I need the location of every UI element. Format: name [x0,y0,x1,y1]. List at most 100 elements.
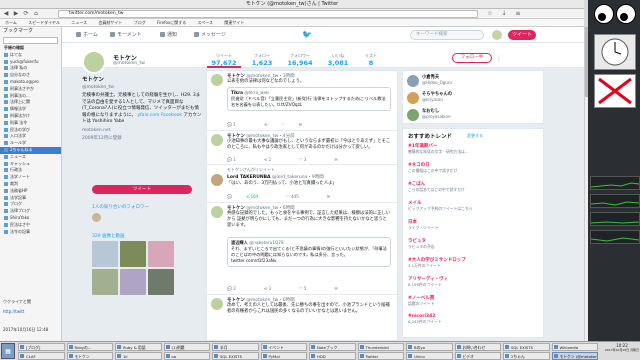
dm-icon[interactable]: ✉ [334,286,337,291]
sidebar-bookmark-item[interactable]: 刑事法さやか [0,86,61,93]
sidebar-bookmark-item[interactable]: はてな [0,52,61,59]
twitter-search-input[interactable]: キーワード検索 [410,30,484,40]
taskbar-task-button[interactable]: Noteブック [309,343,356,351]
stat-followers[interactable]: フォロワー 16,964 [283,53,317,67]
following-button[interactable]: フォロー中 [452,53,492,63]
taskbar-task-button[interactable]: CLAF [18,352,65,360]
sidebar-bookmark-item[interactable]: 入口法学 [0,133,61,140]
bookmark-item[interactable]: 会員制サイト [98,20,122,25]
menu-icon[interactable]: ≡ [514,10,522,18]
tweet-avatar[interactable] [211,174,223,186]
stat-tweets[interactable]: ツイート 97,672 [207,53,241,68]
follower-avatar[interactable] [92,213,101,222]
sidebar-bookmark-item[interactable]: 裁判 [0,181,61,188]
stat-likes[interactable]: いいね 3,081 [321,53,355,67]
twitter-bird-icon[interactable]: 🐦 [302,31,312,39]
tweet-to-button[interactable]: ツイート [92,185,192,194]
taskbar-task-button[interactable]: 2ちゃん [503,352,550,360]
sidebar-folder[interactable]: 手帳の確認 [0,45,61,52]
taskbar-task-button[interactable]: ビデオ [454,352,501,360]
taskbar-task-button[interactable]: モトケン (@motoken_tw) [551,352,598,360]
trend-item[interactable]: ラビュタ ラビュタの予告 [408,238,540,250]
quoted-tweet[interactable]: 渡辺輝人 @nabeteru1Q78 それ、まずいところで出てくる(と不思議の事情… [227,237,391,267]
trend-item[interactable]: #ネコの日 この番組はこの中で試すだけ [408,162,540,174]
trend-item[interactable]: 日本 ライブ・ツイート [408,219,540,231]
retweet-icon[interactable]: ⟲ [264,122,267,127]
tweet-avatar[interactable] [211,298,223,310]
taskbar-task-button[interactable]: SQL EXISTS [503,343,550,351]
home-icon[interactable]: ⌂ [32,10,40,18]
reload-icon[interactable]: ⟳ [22,10,30,18]
bookmark-item[interactable]: 関連サイト [224,20,244,25]
trend-item[interactable]: #ノーベル賞 話題のツイート [408,295,540,307]
trend-item[interactable]: #1年満期バー 感情的な知見の文字・研究方法は... [408,143,540,155]
tweet[interactable]: モトケンさんがリツイート Lord TAKERUNBA @lord_takeru… [207,165,397,203]
sidebar-bookmark-item[interactable]: 法務省HP [0,188,61,195]
reply-icon[interactable]: 💬 1 [227,122,250,127]
taskbar-task-button[interactable]: お問い合わせ [454,343,501,351]
tweet-avatar[interactable] [211,134,223,146]
taskbar-task-button[interactable]: Ruby & 用語 [115,343,162,351]
like-icon[interactable]: ♡ 3 [299,157,320,162]
media-thumb[interactable] [92,241,118,267]
media-thumb[interactable] [120,269,146,295]
taskbar-task-button[interactable]: 1k [115,352,162,360]
bookmark-item[interactable]: スピードダイヤル [28,20,60,25]
profile-avatar[interactable] [82,50,106,74]
user-avatar[interactable] [492,30,502,40]
sidebar-bookmark-item[interactable]: 法令の記事 [0,229,61,236]
sidebar-bookmark-item[interactable]: 刑事 法令 [0,120,61,127]
tweet-avatar[interactable] [211,74,223,86]
bookmark-item[interactable]: ブログ [134,20,146,25]
tweet[interactable]: モトケン @motoken_tw・6時間 改めて、考えの人としては最後、先に勝ち… [207,295,397,340]
sidebar-bookmark-item[interactable]: 民法の学び [0,127,61,134]
media-thumb[interactable] [148,241,174,267]
followers-you-know-link[interactable]: 1人の知り合いのフォロワー [92,204,149,210]
trend-item[interactable]: #大人の学びミサンドロップ 3,1万件のツイート [408,257,540,269]
taskbar-task-button[interactable]: モトケン [66,352,113,360]
sidebar-bookmark-item[interactable]: 刑事法かけ [0,113,61,120]
sidebar-bookmark-item[interactable]: makoto.s@pro [0,79,61,86]
trend-item[interactable]: #こばん こらの話あてはこの中で試すだけ [408,181,540,193]
tweet[interactable]: モトケン @motoken_tw・4分前 小池知事の最も大事な議論がもし、という… [207,131,397,165]
url-bar[interactable]: twitter.com/motoken_tw [58,10,478,18]
suggestion-item[interactable]: なおむし @proyasabine [407,108,541,124]
bookmark-item[interactable]: ホーム [5,20,17,25]
reply-icon[interactable]: 💬 [227,194,232,199]
taskbar-task-button[interactable]: (1)例題 [163,343,210,351]
media-thumb[interactable] [92,269,118,295]
taskbar-task-button[interactable]: イベント [260,343,307,351]
retweet-icon[interactable]: ⟲ 164 [246,194,272,199]
reply-icon[interactable]: 💬 2 [227,286,250,291]
dm-icon[interactable]: ✉ [334,157,337,162]
sidebar-bookmark-item[interactable]: 行政法 [0,167,61,174]
sidebar-bookmark-item[interactable]: 法律 私の [0,65,61,72]
taskbar-task-button[interactable]: Rubyの... [66,343,113,351]
sidebar-bookmark-item[interactable]: 法律上に関 [0,99,61,106]
media-link[interactable]: 329 画像と動画 [92,233,125,239]
sidebar-bookmark-item[interactable]: 自分なのさ [0,72,61,79]
more-options-icon[interactable]: ⋮ [496,55,502,62]
stat-lists[interactable]: リスト 8 [354,53,388,67]
retweet-icon[interactable]: ⟲ 3 [264,286,285,291]
media-thumb[interactable] [148,269,174,295]
nav-home[interactable]: ホーム [76,31,98,39]
trend-item[interactable]: #nicori342 6,245件のツイート [408,314,540,325]
sidebar-bookmark-item[interactable]: ShiraYako [0,215,61,222]
tweet-avatar[interactable] [211,206,223,218]
trend-item[interactable]: アリサーディ・ヴィ 6,156件のツイート [408,276,540,288]
bio-site-link[interactable]: motoken.net [82,128,202,135]
compose-tweet-button[interactable]: ツイート [508,30,536,40]
bookmark-item[interactable]: Firefoxに関する [157,20,186,25]
quoted-tweet[interactable]: Tikra @tikra_web 民進党（ドベル音）「立憲民主党」(新党)行 法律… [227,87,391,111]
trend-item[interactable]: メイル ピックアップ予約のツイートはこちら [408,200,540,212]
tweet[interactable]: モトケン @motoken_tw・6時間 共感な記録的でした。もっと食をやる事例… [207,203,397,295]
retweet-icon[interactable]: ⟲ 2 [264,157,285,162]
back-icon[interactable]: ◀ [2,10,10,18]
sidebar-bookmark-item[interactable]: ルール学 [0,140,61,147]
suggestion-item[interactable]: そらやちゃんの @kriyasan [407,91,541,107]
bookmark-item[interactable]: スペース [198,20,214,25]
nav-moments[interactable]: モーメント [110,31,142,39]
taskbar-task-button[interactable]: Wikipedia [551,343,598,351]
like-icon[interactable]: ♡ 5 [299,286,320,291]
